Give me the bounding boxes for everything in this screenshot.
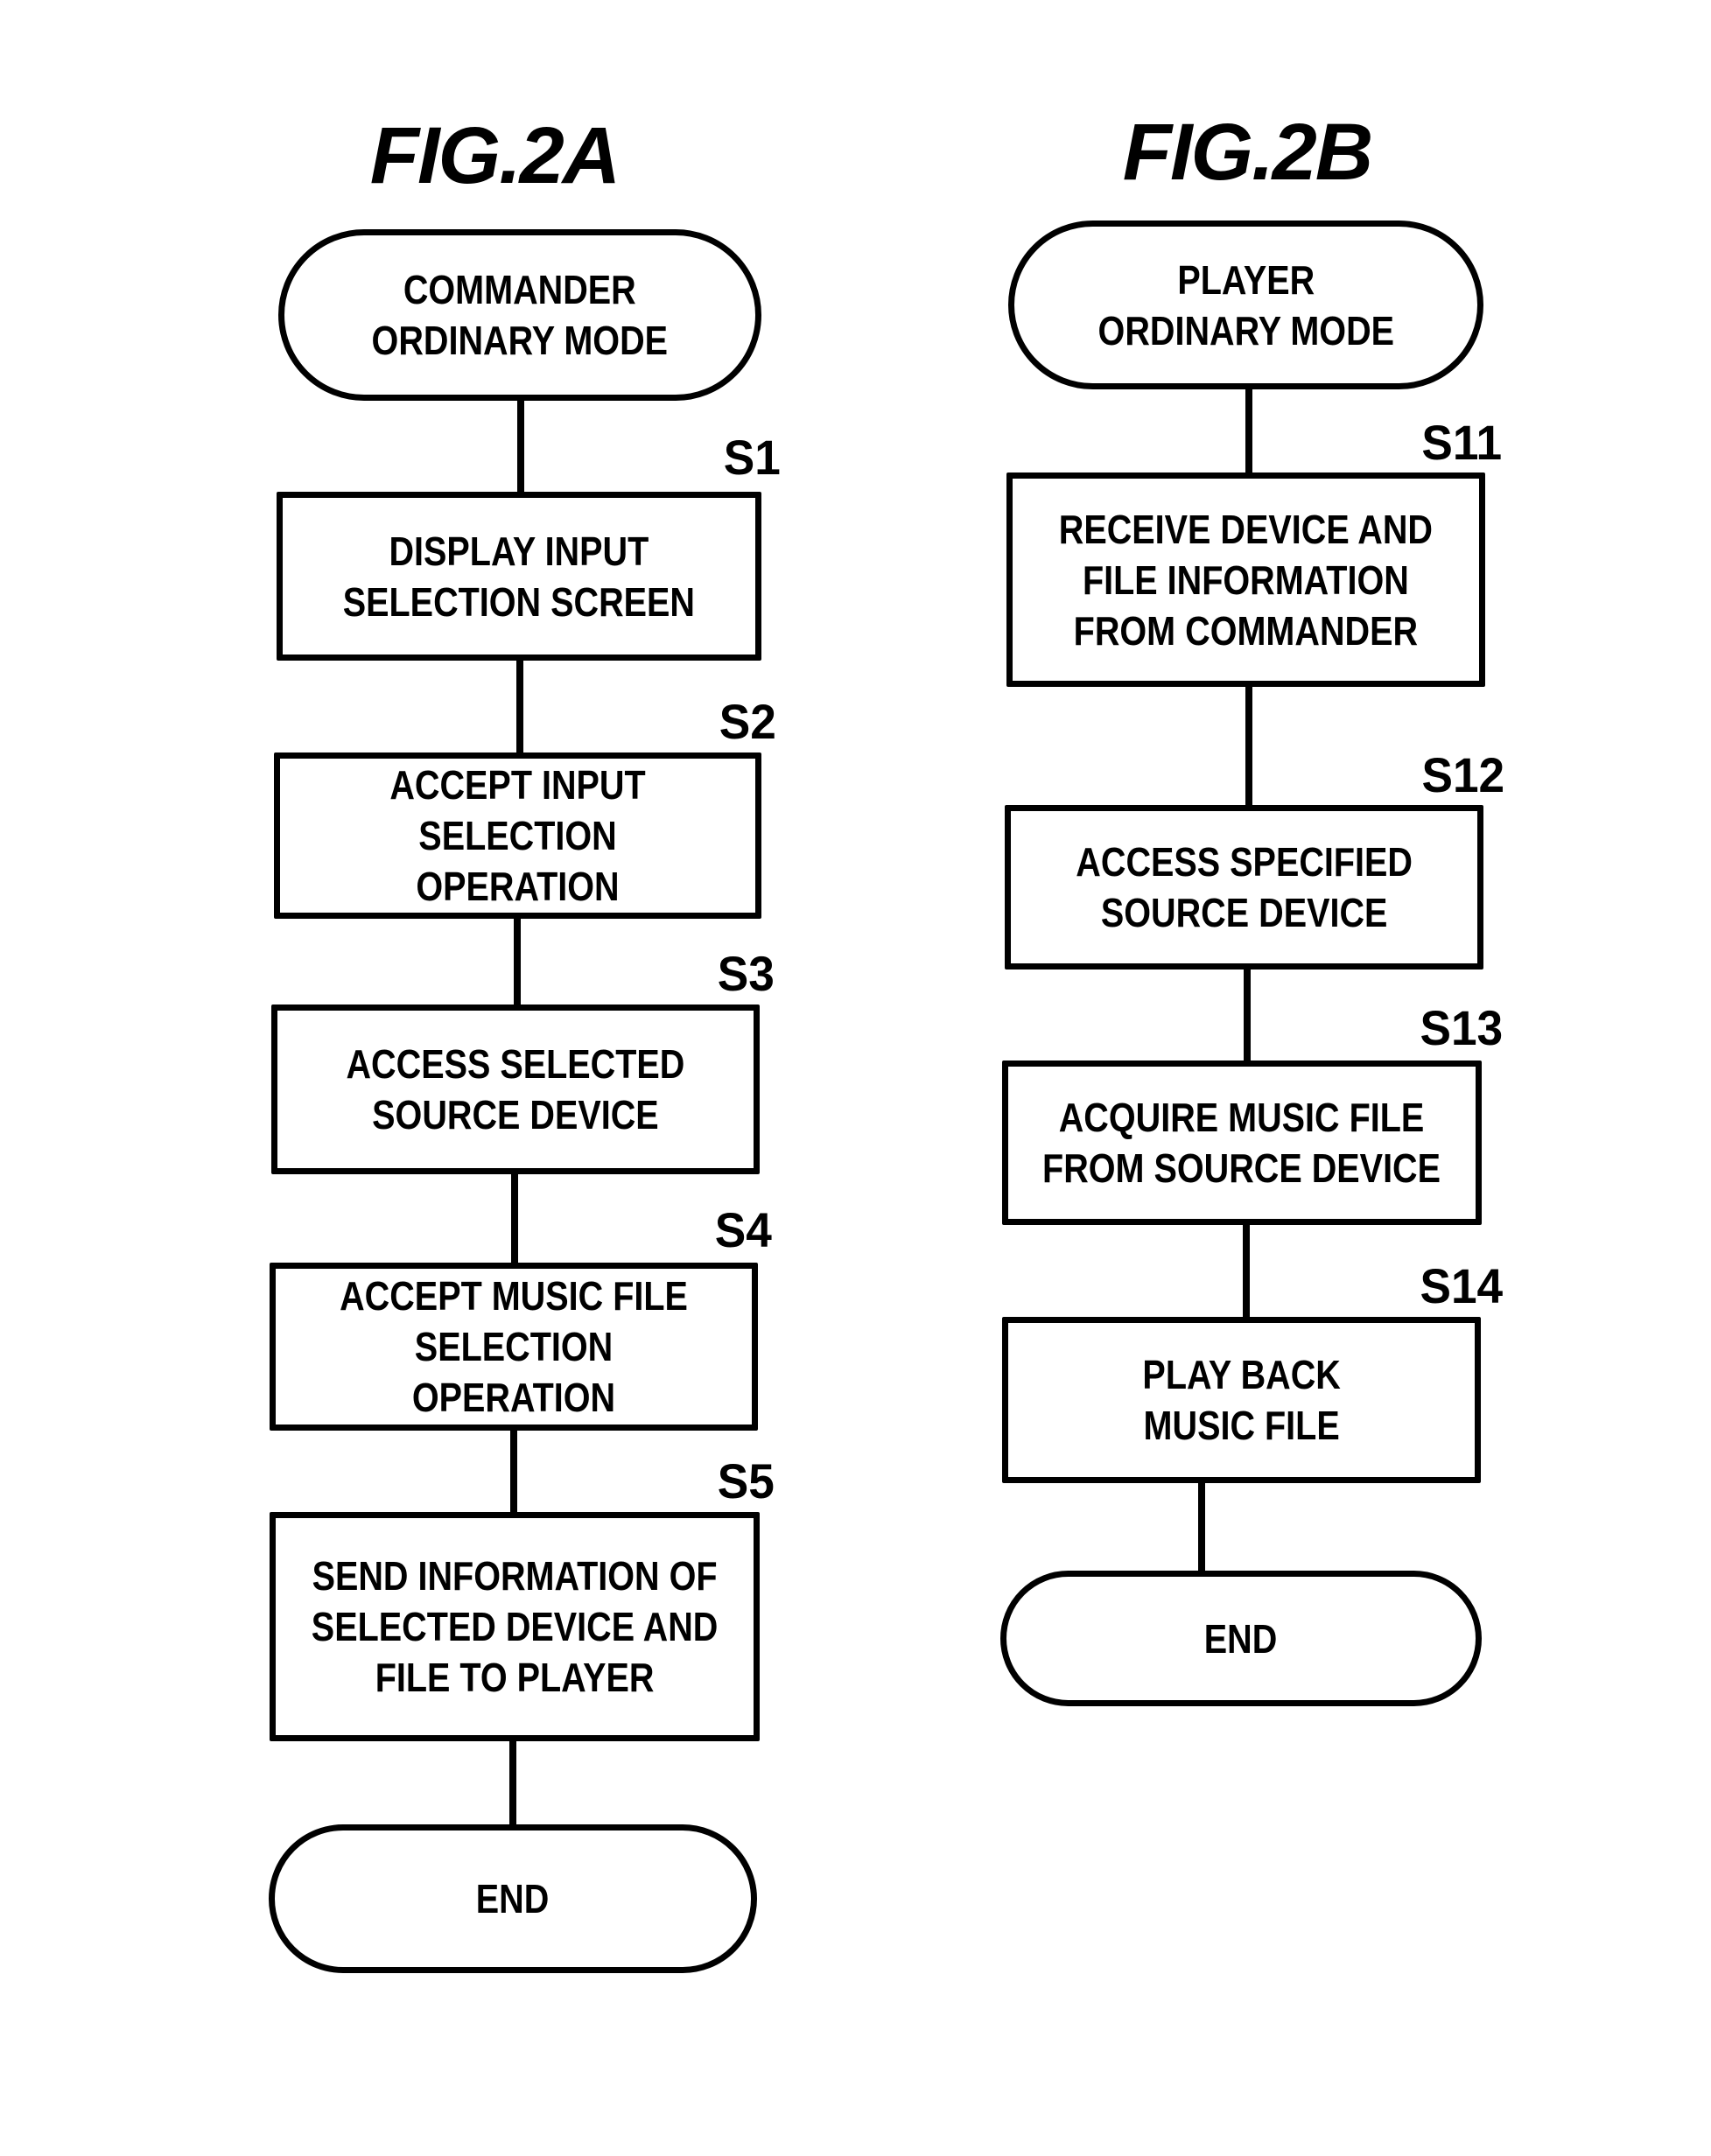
connector-line <box>516 658 523 756</box>
step-text: PLAY BACK MUSIC FILE <box>1142 1352 1341 1448</box>
step-text: RECEIVE DEVICE AND FILE INFORMATION FROM… <box>1058 506 1434 654</box>
step-text: SEND INFORMATION OF SELECTED DEVICE AND … <box>311 1553 719 1700</box>
step-text: ACCEPT INPUT SELECTION OPERATION <box>389 762 646 909</box>
process-step-s4: ACCEPT MUSIC FILE SELECTION OPERATION <box>270 1263 758 1431</box>
process-step-s1: DISPLAY INPUT SELECTION SCREEN <box>277 492 761 661</box>
terminal-label: COMMANDER ORDINARY MODE <box>371 267 669 363</box>
process-step-s14: PLAY BACK MUSIC FILE <box>1002 1317 1481 1483</box>
connector-line <box>510 1428 517 1516</box>
figure-title-2b: FIG.2B <box>1122 108 1373 197</box>
process-step-s13: ACQUIRE MUSIC FILE FROM SOURCE DEVICE <box>1002 1060 1482 1225</box>
step-label-s14: S14 <box>1420 1258 1504 1313</box>
process-step-s12: ACCESS SPECIFIED SOURCE DEVICE <box>1005 805 1483 970</box>
figure-title-2a: FIG.2A <box>369 111 621 200</box>
step-label-s2: S2 <box>719 694 776 749</box>
step-text: ACCESS SPECIFIED SOURCE DEVICE <box>1076 839 1413 935</box>
connector-line <box>517 398 524 494</box>
step-text: ACCEPT MUSIC FILE SELECTION OPERATION <box>340 1273 688 1420</box>
step-label-s5: S5 <box>717 1453 775 1508</box>
terminal-label: END <box>476 1876 550 1922</box>
connector-line <box>1245 684 1252 808</box>
terminal-label: END <box>1204 1615 1278 1662</box>
process-step-s11: RECEIVE DEVICE AND FILE INFORMATION FROM… <box>1006 472 1485 687</box>
step-label-s13: S13 <box>1420 1000 1504 1055</box>
connector-line <box>514 916 521 1007</box>
connector-line <box>1244 967 1251 1063</box>
connector-line <box>511 1172 518 1266</box>
step-label-s3: S3 <box>717 946 775 1001</box>
end-terminal-2a: END <box>269 1824 757 1973</box>
terminal-label: PLAYER ORDINARY MODE <box>1097 256 1394 354</box>
step-label-s4: S4 <box>714 1202 772 1257</box>
process-step-s3: ACCESS SELECTED SOURCE DEVICE <box>271 1004 760 1174</box>
step-text: DISPLAY INPUT SELECTION SCREEN <box>342 528 696 625</box>
process-step-s2: ACCEPT INPUT SELECTION OPERATION <box>274 752 761 919</box>
start-terminal-commander: COMMANDER ORDINARY MODE <box>278 229 761 401</box>
step-label-s1: S1 <box>723 430 781 485</box>
step-text: ACQUIRE MUSIC FILE FROM SOURCE DEVICE <box>1042 1095 1441 1191</box>
step-label-s12: S12 <box>1421 747 1505 802</box>
process-step-s5: SEND INFORMATION OF SELECTED DEVICE AND … <box>270 1512 760 1741</box>
connector-line <box>1198 1480 1205 1573</box>
connector-line <box>509 1739 516 1828</box>
end-terminal-2b: END <box>1000 1571 1482 1706</box>
start-terminal-player: PLAYER ORDINARY MODE <box>1008 220 1483 389</box>
connector-line <box>1243 1222 1250 1320</box>
step-text: ACCESS SELECTED SOURCE DEVICE <box>346 1041 685 1138</box>
step-label-s11: S11 <box>1421 415 1503 470</box>
connector-line <box>1245 387 1252 475</box>
